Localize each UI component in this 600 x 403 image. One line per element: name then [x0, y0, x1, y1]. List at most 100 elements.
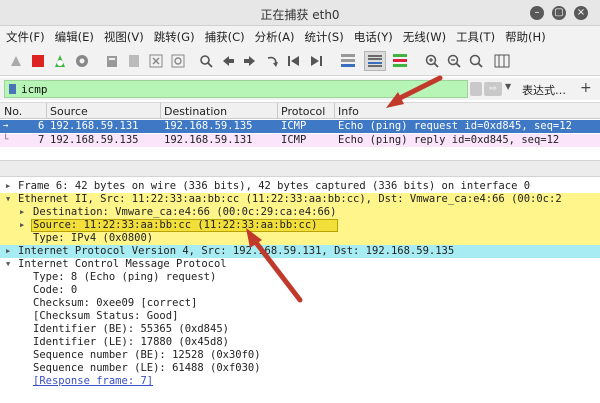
- tree-row-text: Code: 0: [33, 284, 78, 296]
- tree-row-text: Internet Control Message Protocol: [18, 258, 227, 270]
- zoom-in-icon[interactable]: [424, 53, 440, 69]
- tree-row-text: Ethernet II, Src: 11:22:33:aa:bb:cc (11:…: [18, 193, 562, 205]
- tree-row-text: Internet Protocol Version 4, Src: 192.16…: [18, 245, 455, 257]
- menu-wireless[interactable]: 无线(W): [403, 29, 446, 45]
- go-back-icon[interactable]: [220, 53, 236, 69]
- tree-row-ethernet[interactable]: ▼ Ethernet II, Src: 11:22:33:aa:bb:cc (1…: [0, 193, 600, 206]
- colorize-toggle-icon[interactable]: [364, 51, 386, 71]
- apply-filter-button[interactable]: ⇨: [484, 82, 502, 96]
- tree-row-seq-le[interactable]: Sequence number (LE): 61488 (0xf030): [0, 362, 600, 375]
- column-separator[interactable]: [277, 103, 278, 119]
- tree-row-ipv4[interactable]: ▶ Internet Protocol Version 4, Src: 192.…: [0, 245, 600, 258]
- go-to-packet-icon[interactable]: [264, 53, 280, 69]
- tree-row-identifier-le[interactable]: Identifier (LE): 17880 (0x45d8): [0, 336, 600, 349]
- tree-row-icmp-code[interactable]: Code: 0: [0, 284, 600, 297]
- tree-row-text: Identifier (LE): 17880 (0x45d8): [33, 336, 229, 348]
- save-file-icon[interactable]: [126, 53, 142, 69]
- close-file-icon[interactable]: [148, 53, 164, 69]
- menu-go[interactable]: 跳转(G): [154, 29, 195, 45]
- bookmark-icon[interactable]: [9, 84, 16, 94]
- collapse-arrow-icon[interactable]: ▼: [6, 258, 14, 271]
- title-bar: 正在捕获 eth0 – ▢ ×: [0, 0, 600, 26]
- tree-row-response-frame[interactable]: [Response frame: 7]: [0, 375, 600, 388]
- packet-list-empty-area: [0, 148, 600, 160]
- expand-arrow-icon[interactable]: ▶: [6, 245, 14, 258]
- resize-columns-icon[interactable]: [494, 53, 510, 69]
- menu-analyze[interactable]: 分析(A): [255, 29, 295, 45]
- go-forward-icon[interactable]: [242, 53, 258, 69]
- tree-row-icmp-type[interactable]: Type: 8 (Echo (ping) request): [0, 271, 600, 284]
- display-filter-bar: icmp ⇨ ▼ 表达式… +: [0, 78, 600, 100]
- collapse-arrow-icon[interactable]: ▼: [6, 193, 14, 206]
- response-frame-link[interactable]: [Response frame: 7]: [33, 375, 153, 388]
- normal-size-icon[interactable]: [468, 53, 484, 69]
- packet-row[interactable]: └ 7 192.168.59.135 192.168.59.131 ICMP E…: [0, 134, 600, 147]
- menu-help[interactable]: 帮助(H): [505, 29, 546, 45]
- minimize-icon[interactable]: –: [530, 6, 544, 20]
- request-arrow-icon: →: [3, 121, 9, 131]
- tree-row-text: Destination: Vmware_ca:e4:66 (00:0c:29:c…: [33, 206, 337, 218]
- expression-button[interactable]: 表达式…: [522, 82, 566, 98]
- packet-source: 192.168.59.135: [50, 134, 139, 146]
- menu-view[interactable]: 视图(V): [104, 29, 144, 45]
- packet-info: Echo (ping) request id=0xd845, seq=12: [338, 120, 572, 132]
- col-header-source[interactable]: Source: [50, 105, 88, 118]
- menu-capture[interactable]: 捕获(C): [205, 29, 245, 45]
- expand-arrow-icon[interactable]: ▶: [6, 180, 14, 193]
- tree-row-seq-be[interactable]: Sequence number (BE): 12528 (0x30f0): [0, 349, 600, 362]
- tree-row-text: [Checksum Status: Good]: [33, 310, 179, 322]
- packet-row-selected[interactable]: → 6 192.168.59.131 192.168.59.135 ICMP E…: [0, 120, 600, 133]
- reply-arrow-icon: └: [3, 135, 9, 145]
- reload-file-icon[interactable]: [170, 53, 186, 69]
- menu-tools[interactable]: 工具(T): [456, 29, 495, 45]
- pane-splitter[interactable]: [0, 160, 600, 177]
- col-header-destination[interactable]: Destination: [164, 105, 227, 118]
- tree-row-checksum[interactable]: Checksum: 0xee09 [correct]: [0, 297, 600, 310]
- filter-history-dropdown-icon[interactable]: ▼: [505, 82, 511, 91]
- col-header-no[interactable]: No.: [4, 105, 22, 118]
- packet-list-header: No. Source Destination Protocol Info: [0, 102, 600, 119]
- colorize-packets-icon[interactable]: [392, 53, 408, 69]
- menu-statistics[interactable]: 统计(S): [304, 29, 343, 45]
- zoom-out-icon[interactable]: [446, 53, 462, 69]
- tree-row-text: Identifier (BE): 55365 (0xd845): [33, 323, 229, 335]
- first-packet-icon[interactable]: [286, 53, 302, 69]
- add-filter-button[interactable]: +: [580, 80, 592, 96]
- find-packet-icon[interactable]: [198, 53, 214, 69]
- tree-row-source[interactable]: ▶ Source: 11:22:33:aa:bb:cc (11:22:33:aa…: [0, 219, 600, 232]
- auto-scroll-icon[interactable]: [340, 53, 356, 69]
- tree-row-text: Sequence number (BE): 12528 (0x30f0): [33, 349, 261, 361]
- menu-edit[interactable]: 编辑(E): [55, 29, 94, 45]
- open-file-icon[interactable]: [104, 53, 120, 69]
- maximize-icon[interactable]: ▢: [552, 6, 566, 20]
- tree-row-text: Type: 8 (Echo (ping) request): [33, 271, 217, 283]
- tree-row-icmp[interactable]: ▼ Internet Control Message Protocol: [0, 258, 600, 271]
- packet-info: Echo (ping) reply id=0xd845, seq=12: [338, 134, 560, 146]
- clear-filter-icon[interactable]: [470, 82, 482, 96]
- close-icon[interactable]: ×: [574, 6, 588, 20]
- expand-arrow-icon[interactable]: ▶: [20, 206, 28, 219]
- col-header-protocol[interactable]: Protocol: [281, 105, 325, 118]
- last-packet-icon[interactable]: [308, 53, 324, 69]
- tree-row-checksum-status[interactable]: [Checksum Status: Good]: [0, 310, 600, 323]
- menu-file[interactable]: 文件(F): [6, 29, 45, 45]
- expand-arrow-icon[interactable]: ▶: [20, 219, 28, 232]
- display-filter-input[interactable]: icmp: [4, 80, 468, 98]
- capture-options-icon[interactable]: [74, 53, 90, 69]
- packet-destination: 192.168.59.135: [164, 120, 253, 132]
- tree-row-type[interactable]: Type: IPv4 (0x0800): [0, 232, 600, 245]
- menu-bar: 文件(F) 编辑(E) 视图(V) 跳转(G) 捕获(C) 分析(A) 统计(S…: [0, 26, 600, 48]
- restart-capture-icon[interactable]: [52, 53, 68, 69]
- column-separator[interactable]: [334, 103, 335, 119]
- shark-fin-start-icon[interactable]: [8, 53, 24, 69]
- col-header-info[interactable]: Info: [338, 105, 359, 118]
- column-separator[interactable]: [160, 103, 161, 119]
- tree-row-frame[interactable]: ▶ Frame 6: 42 bytes on wire (336 bits), …: [0, 180, 600, 193]
- menu-telephony[interactable]: 电话(Y): [354, 29, 393, 45]
- tree-row-destination[interactable]: ▶ Destination: Vmware_ca:e4:66 (00:0c:29…: [0, 206, 600, 219]
- stop-capture-icon[interactable]: [30, 53, 46, 69]
- tree-row-text: Type: IPv4 (0x0800): [33, 232, 154, 244]
- column-separator[interactable]: [46, 103, 47, 119]
- tree-row-identifier-be[interactable]: Identifier (BE): 55365 (0xd845): [0, 323, 600, 336]
- tree-row-text: Checksum: 0xee09 [correct]: [33, 297, 198, 309]
